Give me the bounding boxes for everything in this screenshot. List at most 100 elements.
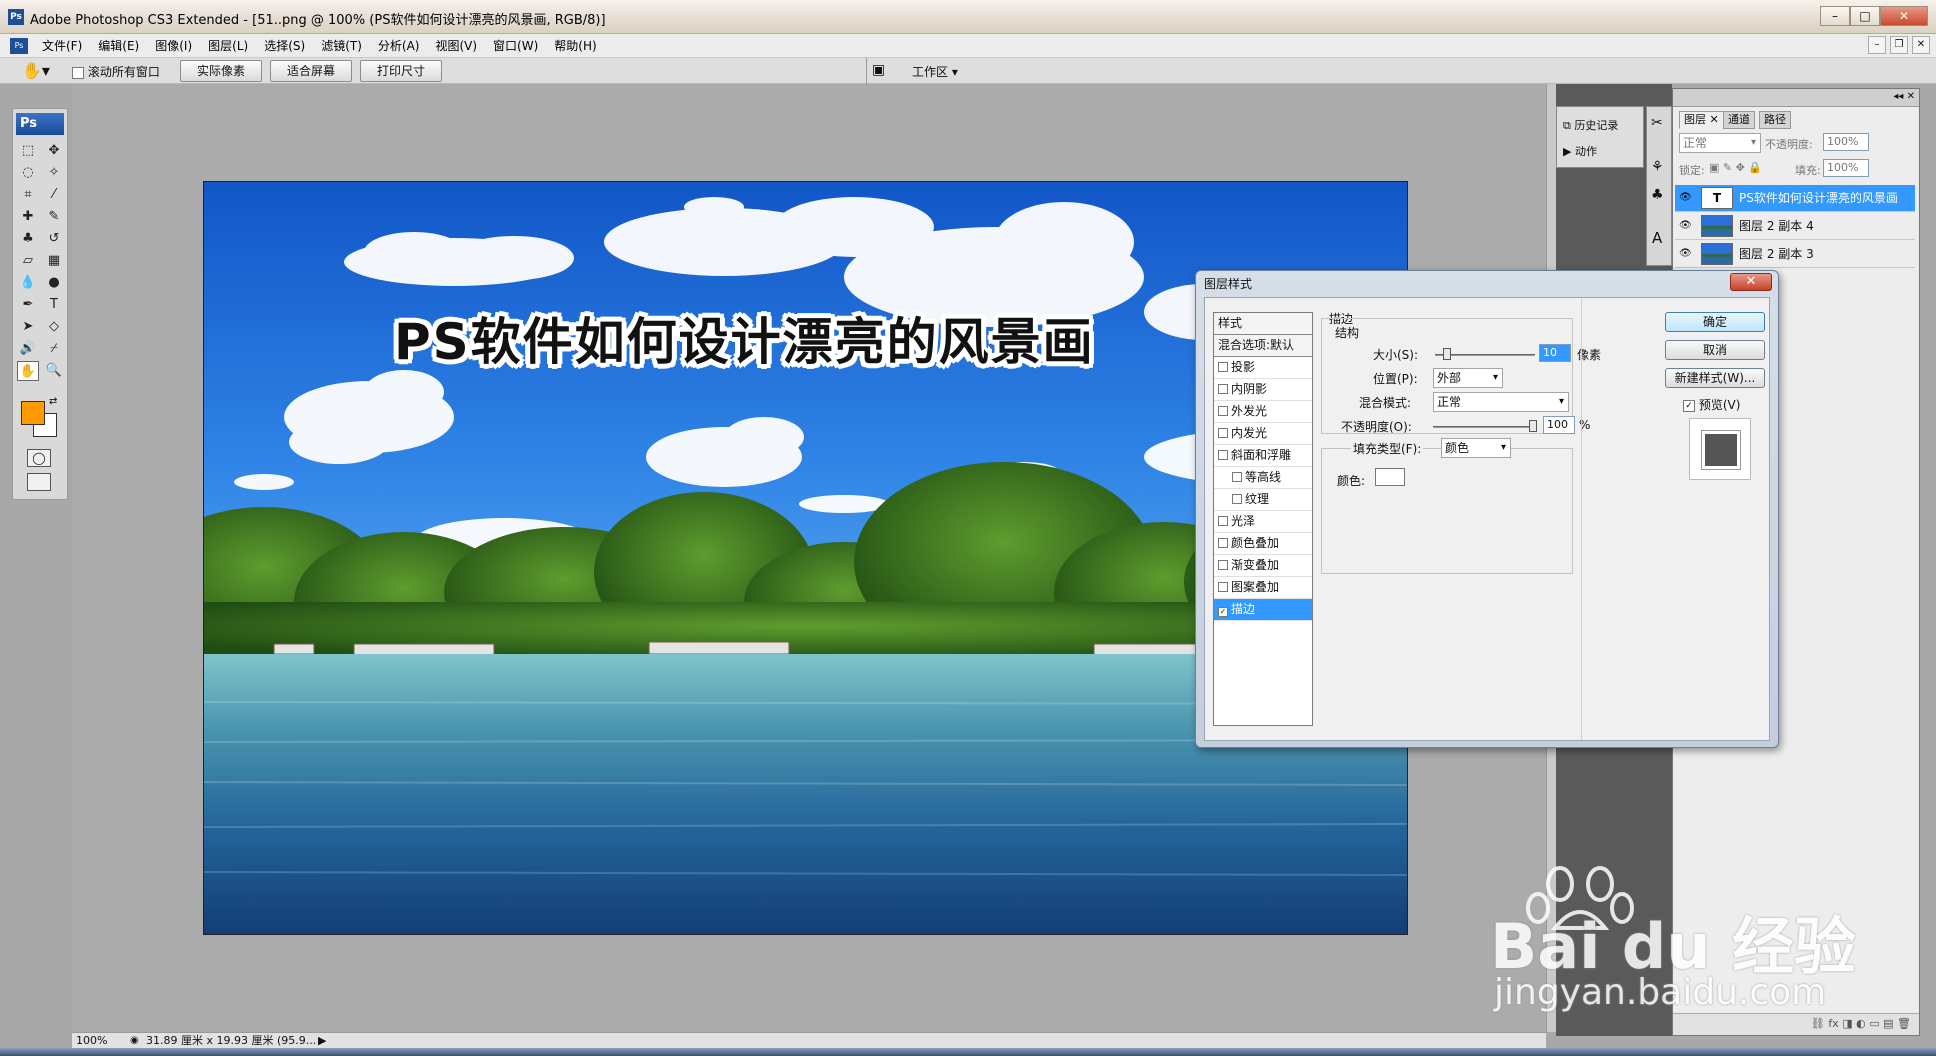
opacity-slider[interactable] <box>1433 426 1537 428</box>
doc-minimize-button[interactable]: – <box>1868 36 1886 54</box>
tab-paths[interactable]: 路径 <box>1759 111 1791 129</box>
dialog-close-button[interactable]: ✕ <box>1730 273 1772 291</box>
layer-row-image[interactable]: 👁 图层 2 副本 4 <box>1675 213 1915 240</box>
style-item[interactable]: 纹理 <box>1214 489 1312 511</box>
style-checkbox[interactable] <box>1218 516 1228 526</box>
status-menu-arrow-icon[interactable]: ▶ <box>318 1033 326 1048</box>
size-input[interactable]: 10 <box>1539 344 1571 362</box>
history-panel-button[interactable]: ⧉ 历史记录 <box>1563 117 1618 133</box>
eye-icon[interactable]: 👁 <box>1679 248 1693 260</box>
minimize-button[interactable]: – <box>1820 6 1850 26</box>
doc-close-button[interactable]: ✕ <box>1912 36 1930 54</box>
style-checkbox[interactable] <box>1218 406 1228 416</box>
new-style-button[interactable]: 新建样式(W)... <box>1665 368 1765 388</box>
style-item[interactable]: 投影 <box>1214 357 1312 379</box>
document-icon[interactable]: Ps <box>10 37 28 54</box>
cancel-button[interactable]: 取消 <box>1665 340 1765 360</box>
collapse-icon[interactable]: ◂◂ ✕ <box>1893 91 1915 102</box>
style-item[interactable]: 等高线 <box>1214 467 1312 489</box>
clone-source-icon[interactable]: ♣ <box>1651 187 1664 203</box>
actual-pixels-button[interactable]: 实际像素 <box>180 60 262 82</box>
quick-mask-icon[interactable]: ◯ <box>27 449 51 467</box>
menu-window[interactable]: 窗口(W) <box>485 37 546 54</box>
fill-type-select[interactable]: 颜色 <box>1441 438 1511 458</box>
style-checkbox[interactable] <box>1218 428 1228 438</box>
stroke-color-swatch[interactable] <box>1375 468 1405 486</box>
menu-help[interactable]: 帮助(H) <box>546 37 604 54</box>
brush-preset-icon[interactable]: ⚘ <box>1651 159 1664 175</box>
tools-preset-icon[interactable]: ✂ <box>1651 115 1663 131</box>
tab-layers[interactable]: 图层 ✕ <box>1679 111 1724 129</box>
menu-file[interactable]: 文件(F) <box>34 37 90 54</box>
eye-icon[interactable]: 👁 <box>1679 220 1693 232</box>
eraser-tool-icon[interactable]: ▱ <box>17 251 39 271</box>
hand-tool-icon[interactable]: ✋▾ <box>22 61 50 80</box>
path-select-icon[interactable]: ➤ <box>17 317 39 337</box>
ok-button[interactable]: 确定 <box>1665 312 1765 332</box>
zoom-tool-icon[interactable]: 🔍 <box>43 361 65 381</box>
menu-view[interactable]: 视图(V) <box>427 37 485 54</box>
opacity-slider-knob[interactable] <box>1529 420 1537 432</box>
style-checkbox[interactable] <box>1218 560 1228 570</box>
preview-option[interactable]: ✓ 预览(V) <box>1683 396 1740 413</box>
slice-tool-icon[interactable]: ⁄ <box>43 185 65 205</box>
position-select[interactable]: 外部 <box>1433 368 1503 388</box>
styles-header[interactable]: 样式 <box>1214 313 1312 335</box>
menu-layer[interactable]: 图层(L) <box>200 37 256 54</box>
eye-icon[interactable]: 👁 <box>1679 192 1693 204</box>
info-icon[interactable]: ◉ <box>130 1033 139 1048</box>
workspace-menu[interactable]: 工作区 ▾ <box>912 63 958 80</box>
move-tool-icon[interactable]: ✥ <box>43 141 65 161</box>
lasso-tool-icon[interactable]: ◌ <box>17 163 39 183</box>
menu-filter[interactable]: 滤镜(T) <box>313 37 370 54</box>
scroll-all-windows-option[interactable]: 滚动所有窗口 <box>72 63 160 80</box>
style-checkbox[interactable] <box>1232 472 1242 482</box>
blur-tool-icon[interactable]: 💧 <box>17 273 39 293</box>
preview-checkbox[interactable]: ✓ <box>1683 399 1695 412</box>
print-size-button[interactable]: 打印尺寸 <box>360 60 442 82</box>
style-checkbox[interactable]: ✓ <box>1218 607 1228 617</box>
marquee-tool-icon[interactable]: ⬚ <box>17 141 39 161</box>
tab-channels[interactable]: 通道 <box>1723 111 1755 129</box>
foreground-color-swatch[interactable] <box>21 401 45 425</box>
shape-tool-icon[interactable]: ◇ <box>43 317 65 337</box>
blend-mode-select[interactable]: 正常 <box>1433 392 1569 412</box>
style-item[interactable]: ✓ 描边 <box>1214 599 1312 621</box>
crop-tool-icon[interactable]: ⌗ <box>17 185 39 205</box>
bridge-icon[interactable]: ▣ <box>872 62 885 78</box>
opacity-input[interactable]: 100 <box>1543 416 1575 434</box>
style-item[interactable]: 内发光 <box>1214 423 1312 445</box>
blending-options[interactable]: 混合选项:默认 <box>1214 335 1312 357</box>
eyedropper-tool-icon[interactable]: ⌿ <box>43 339 65 359</box>
style-item[interactable]: 颜色叠加 <box>1214 533 1312 555</box>
style-checkbox[interactable] <box>1218 538 1228 548</box>
brush-tool-icon[interactable]: ✎ <box>43 207 65 227</box>
clone-stamp-icon[interactable]: ♣ <box>17 229 39 249</box>
style-checkbox[interactable] <box>1218 384 1228 394</box>
gradient-tool-icon[interactable]: ▦ <box>43 251 65 271</box>
style-item[interactable]: 光泽 <box>1214 511 1312 533</box>
layer-row-text[interactable]: 👁 T PS软件如何设计漂亮的风景画 <box>1675 185 1915 212</box>
style-item[interactable]: 外发光 <box>1214 401 1312 423</box>
layer-row-image[interactable]: 👁 图层 2 副本 3 <box>1675 241 1915 268</box>
swap-colors-icon[interactable]: ⇄ <box>49 396 57 407</box>
history-brush-icon[interactable]: ↺ <box>43 229 65 249</box>
menu-select[interactable]: 选择(S) <box>256 37 313 54</box>
pen-tool-icon[interactable]: ✒ <box>17 295 39 315</box>
actions-panel-button[interactable]: ▶ 动作 <box>1563 143 1597 159</box>
style-item[interactable]: 渐变叠加 <box>1214 555 1312 577</box>
style-item[interactable]: 内阴影 <box>1214 379 1312 401</box>
hand-tool-icon[interactable]: ✋ <box>17 361 39 381</box>
notes-tool-icon[interactable]: 🔊 <box>17 339 39 359</box>
magic-wand-tool-icon[interactable]: ✧ <box>43 163 65 183</box>
type-tool-icon[interactable]: T <box>43 295 65 315</box>
style-checkbox[interactable] <box>1218 450 1228 460</box>
fit-screen-button[interactable]: 适合屏幕 <box>270 60 352 82</box>
scroll-all-checkbox[interactable] <box>72 66 84 79</box>
size-slider-knob[interactable] <box>1443 348 1451 360</box>
doc-restore-button[interactable]: ❐ <box>1890 36 1908 54</box>
menu-edit[interactable]: 编辑(E) <box>90 37 147 54</box>
zoom-level[interactable]: 100% <box>76 1033 107 1048</box>
layer-blend-mode-select[interactable]: 正常 <box>1679 133 1761 153</box>
lock-icons[interactable]: ▣ ✎ ✥ 🔒 <box>1709 161 1762 174</box>
